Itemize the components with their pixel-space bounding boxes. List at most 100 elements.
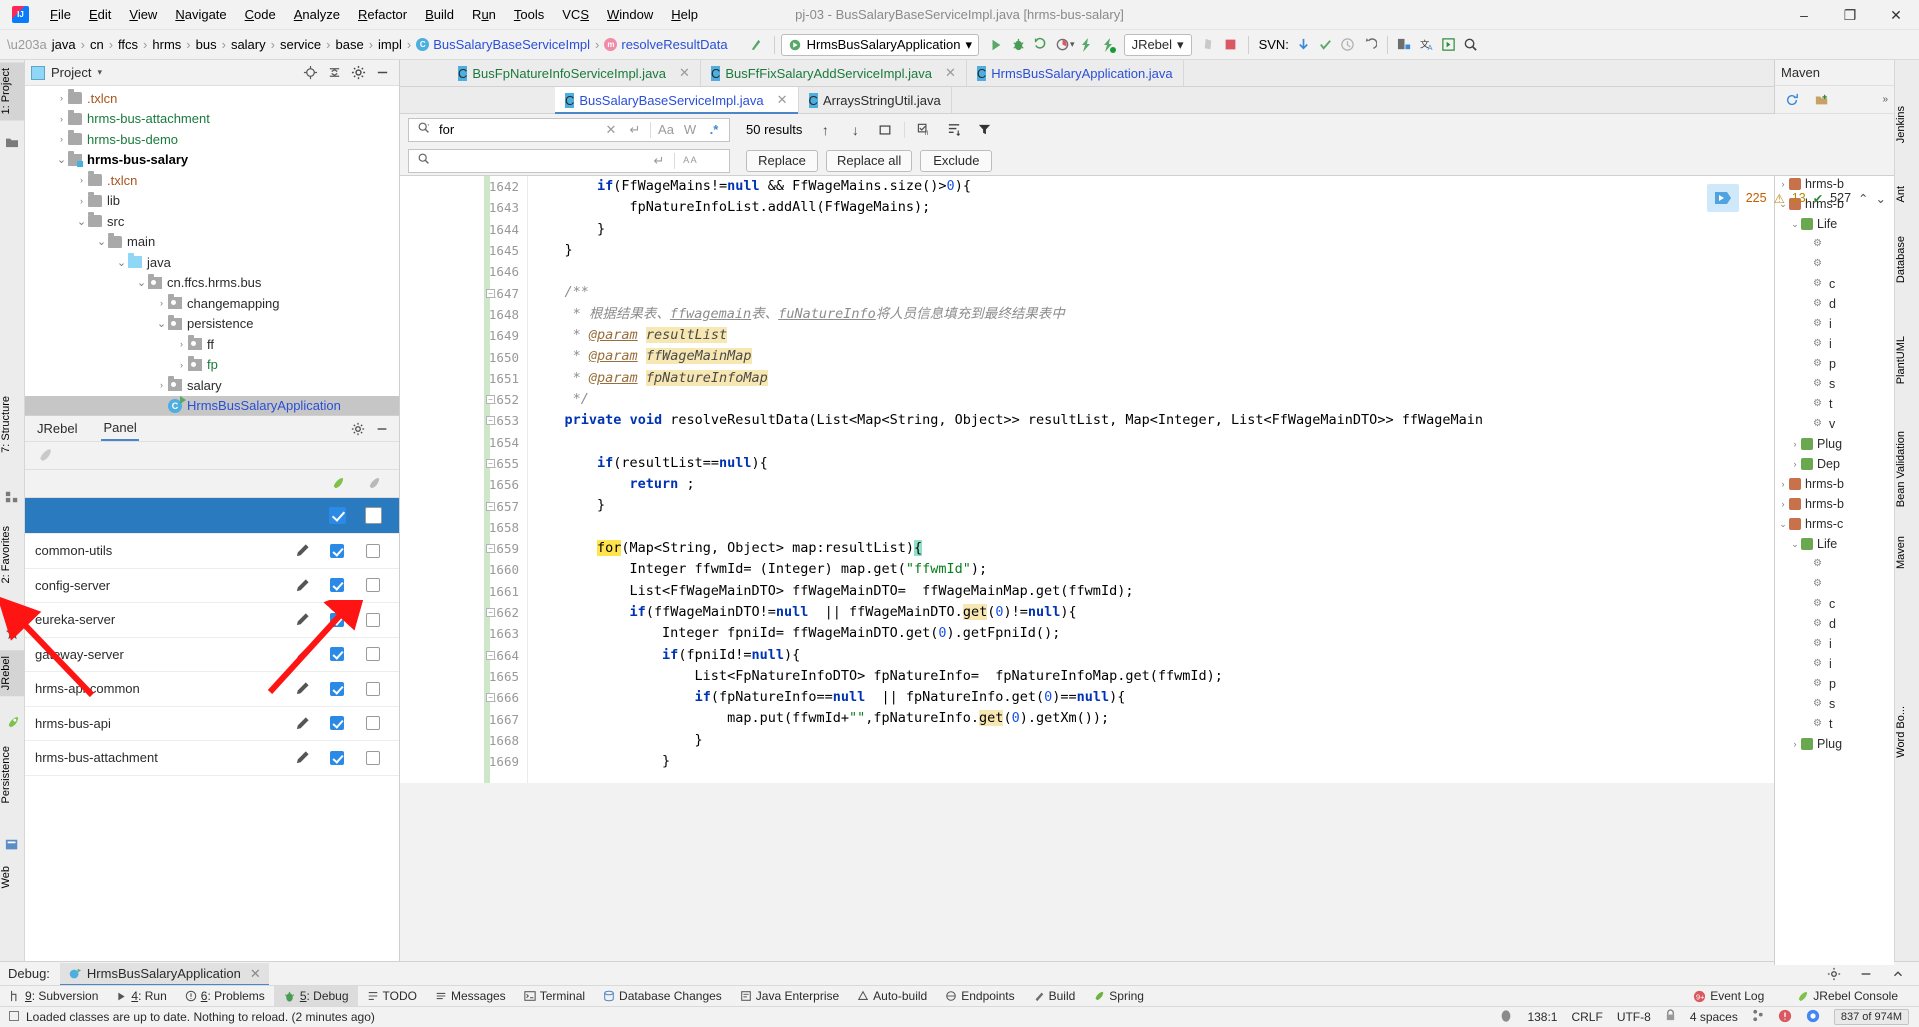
tree-node[interactable]: › lib — [25, 191, 399, 212]
sidebar-tab-bean-validation[interactable]: Bean Validation — [1895, 425, 1919, 513]
gear-icon[interactable] — [347, 62, 369, 84]
chevron-down-icon[interactable]: ⌄ — [55, 153, 68, 166]
gutter-line-number[interactable]: 1660 — [400, 559, 527, 580]
maven-tree-node[interactable]: ⚙ p — [1775, 674, 1894, 694]
jrebel-debug-checkbox[interactable] — [355, 647, 391, 662]
tool-window-button[interactable]: 9: Subversion — [0, 986, 107, 1007]
hide-panel-icon[interactable] — [371, 62, 393, 84]
checkbox[interactable] — [366, 750, 380, 765]
jrebel-run-checkbox[interactable] — [319, 647, 355, 662]
maven-tree-node[interactable]: ⚙ c — [1775, 594, 1894, 614]
jrebel-run-checkbox[interactable] — [319, 578, 355, 593]
gutter-line-number[interactable]: 1657 — [400, 495, 527, 516]
sidebar-tab-structure[interactable]: 7: Structure — [0, 390, 25, 459]
menu-help[interactable]: Help — [662, 3, 707, 26]
line-separator[interactable]: CRLF — [1571, 1010, 1602, 1024]
gutter-line-number[interactable]: 1656 — [400, 474, 527, 495]
tree-node[interactable]: › salary — [25, 375, 399, 396]
tree-node[interactable]: ⌄ main — [25, 232, 399, 253]
checkbox[interactable] — [366, 543, 380, 558]
vcs-branch-icon[interactable] — [1752, 1009, 1764, 1025]
menu-window[interactable]: Window — [598, 3, 662, 26]
minimize-button[interactable]: – — [1781, 0, 1827, 30]
chevron-down-icon[interactable]: ⌄ — [1789, 219, 1801, 230]
sidebar-tab-plantuml[interactable]: PlantUML — [1895, 330, 1919, 390]
maven-tree-node[interactable]: › hrms-b — [1775, 474, 1894, 494]
gutter-line-number[interactable]: 1645 — [400, 240, 527, 261]
jrebel-debug-checkbox[interactable] — [355, 750, 391, 765]
maven-tree-node[interactable]: ⚙ — [1775, 574, 1894, 594]
jrebel-dropdown[interactable]: JRebel ▾ — [1123, 33, 1192, 56]
maven-tree-node[interactable]: ⚙ — [1775, 554, 1894, 574]
menu-file[interactable]: File — [41, 3, 80, 26]
coverage-dropdown-caret-icon[interactable]: ▾ — [1070, 39, 1075, 50]
jrebel-run-checkbox[interactable] — [319, 750, 355, 765]
editor-gutter[interactable]: 1642 1643 1644 1645 1646 1647 1648 1649 1650 1651… — [400, 176, 528, 783]
breadcrumb-base[interactable]: base — [332, 35, 368, 54]
menu-refactor[interactable]: Refactor — [349, 3, 416, 26]
tool-window-button[interactable]: 4: Run — [107, 986, 175, 1007]
file-encoding[interactable]: UTF-8 — [1617, 1010, 1651, 1024]
chevron-right-icon[interactable]: › — [175, 339, 188, 349]
tree-node[interactable]: › .txlcn — [25, 88, 399, 109]
menu-tools[interactable]: Tools — [505, 3, 553, 26]
gutter-line-number[interactable]: 1662 — [400, 602, 527, 623]
edit-pencil-icon[interactable] — [285, 612, 319, 627]
gutter-line-number[interactable]: 1644 — [400, 219, 527, 240]
menu-navigate[interactable]: Navigate — [166, 3, 235, 26]
jrebel-module-row[interactable]: gateway-server — [25, 638, 399, 672]
menu-view[interactable]: View — [120, 3, 166, 26]
gutter-line-number[interactable]: 1653 — [400, 410, 527, 431]
tree-node[interactable]: ⌄ persistence — [25, 314, 399, 335]
browser-icon[interactable] — [1806, 1009, 1820, 1026]
chevron-right-icon[interactable]: › — [1789, 459, 1801, 469]
jrebel-run-checkbox[interactable] — [319, 543, 355, 558]
jrebel-module-row[interactable]: hrms-bus-attachment — [25, 741, 399, 776]
jrebel-debug-checkbox[interactable] — [355, 681, 391, 696]
checkbox[interactable] — [330, 681, 344, 696]
jrebel-module-row[interactable]: hrms-bus-api — [25, 707, 399, 741]
regex-toggle[interactable]: .* — [705, 122, 723, 137]
jrebel-debug-checkbox[interactable] — [355, 716, 391, 731]
maven-tree-node[interactable]: ⚙ t — [1775, 394, 1894, 414]
tool-window-button[interactable]: Messages — [426, 986, 515, 1007]
code-fold-marker[interactable]: − — [486, 608, 495, 617]
debug-button[interactable] — [1007, 34, 1029, 56]
maven-tree-node[interactable]: ⚙ i — [1775, 334, 1894, 354]
preserve-case-toggle[interactable]: AA — [681, 153, 699, 169]
code-editor[interactable]: 1642 1643 1644 1645 1646 1647 1648 1649 1650 1651… — [400, 176, 1894, 783]
hide-debug-panel-icon[interactable] — [1855, 963, 1877, 985]
translate-icon[interactable]: 文A — [1416, 34, 1438, 56]
jrebel-module-row[interactable]: common-utils — [25, 534, 399, 569]
checkbox[interactable] — [330, 647, 344, 662]
menu-build[interactable]: Build — [416, 3, 463, 26]
breadcrumb-service[interactable]: service — [276, 35, 325, 54]
chevron-down-icon[interactable]: ⌄ — [1777, 519, 1789, 530]
edit-pencil-icon[interactable] — [285, 750, 319, 765]
scroll-from-source-icon[interactable] — [299, 62, 321, 84]
jrebel-debug-checkbox[interactable] — [355, 578, 391, 593]
code-fold-marker[interactable]: − — [486, 501, 495, 511]
maven-tree-node[interactable]: ⚙ i — [1775, 314, 1894, 334]
maximize-button[interactable]: ❐ — [1827, 0, 1873, 30]
sidebar-tab-database[interactable]: Database — [1895, 230, 1919, 289]
tree-node[interactable]: ⌄ src — [25, 211, 399, 232]
jrebel-debug-checkbox[interactable] — [355, 612, 391, 627]
chevron-right-icon[interactable]: › — [175, 360, 188, 370]
gutter-line-number[interactable]: 1649 — [400, 325, 527, 346]
gutter-line-number[interactable]: 1642 — [400, 176, 527, 197]
debug-session-tab[interactable]: HrmsBusSalaryApplication ✕ — [59, 962, 269, 986]
breadcrumb-bus[interactable]: bus — [192, 35, 221, 54]
code-fold-marker[interactable]: − — [486, 650, 495, 660]
find-next-button[interactable]: ↓ — [844, 119, 866, 141]
chevron-right-icon[interactable]: › — [1789, 739, 1801, 749]
gutter-line-number[interactable]: 1655 — [400, 453, 527, 474]
chevron-right-icon[interactable]: › — [55, 134, 68, 144]
jrebel-module-row[interactable]: eureka-server — [25, 603, 399, 638]
tree-node[interactable]: ⌄ java — [25, 252, 399, 273]
gutter-line-number[interactable]: 1658 — [400, 517, 527, 538]
maven-tree-node[interactable]: ⌄ Life — [1775, 534, 1894, 554]
maven-tree-node[interactable]: › Dep — [1775, 454, 1894, 474]
jrebel-module-row[interactable] — [25, 498, 399, 534]
gutter-line-number[interactable]: 1650 — [400, 346, 527, 367]
